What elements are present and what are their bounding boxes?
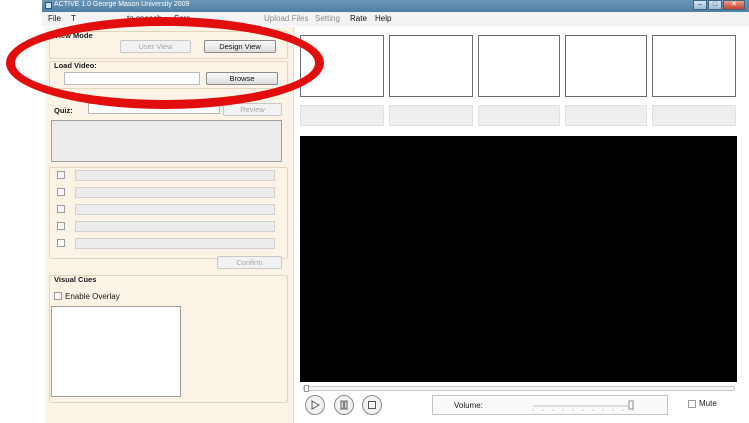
enable-overlay-checkbox[interactable]: [54, 292, 62, 300]
scene-thumbnail[interactable]: [389, 35, 473, 97]
volume-slider[interactable]: [530, 400, 636, 412]
quiz-option-checkbox[interactable]: [57, 205, 65, 213]
video-display[interactable]: [300, 136, 737, 382]
confirm-button[interactable]: Confirm: [217, 256, 282, 269]
design-view-button[interactable]: Design View: [204, 40, 276, 53]
quiz-option-field[interactable]: [75, 221, 275, 232]
quiz-option-checkbox[interactable]: [57, 171, 65, 179]
quiz-option-field[interactable]: [75, 170, 275, 181]
scene-thumbnail[interactable]: [300, 35, 384, 97]
quiz-option-field[interactable]: [75, 238, 275, 249]
mute-label: Mute: [699, 399, 717, 408]
window-title: ACTIVE 1.0 George Mason University 2009: [54, 1, 190, 8]
quiz-option-field[interactable]: [75, 187, 275, 198]
seek-bar[interactable]: [303, 385, 735, 392]
quiz-name-input[interactable]: [88, 103, 220, 114]
volume-control: Volume:: [432, 395, 668, 415]
pause-icon: [340, 400, 348, 410]
menu-bar: File T to speech Scre Upload Files Setti…: [42, 12, 749, 26]
quiz-option-checkbox[interactable]: [57, 188, 65, 196]
load-video-label: Load Video:: [54, 61, 97, 70]
seek-handle[interactable]: [304, 385, 309, 392]
browse-button[interactable]: Browse: [206, 72, 278, 85]
volume-handle[interactable]: [628, 400, 634, 410]
video-path-input[interactable]: [64, 72, 200, 85]
minimize-icon[interactable]: –: [693, 0, 707, 10]
quiz-option-row: [57, 204, 277, 216]
scene-label: [300, 105, 384, 126]
app-icon: [45, 2, 52, 9]
enable-overlay-label: Enable Overlay: [65, 292, 120, 301]
volume-label: Volume:: [454, 401, 483, 410]
mute-checkbox[interactable]: [688, 400, 696, 408]
left-panel: View Mode User View Design View Load Vid…: [45, 27, 294, 423]
window-controls: – □ ✕: [692, 0, 745, 11]
quiz-option-checkbox[interactable]: [57, 239, 65, 247]
menu-rate[interactable]: Rate: [350, 14, 367, 23]
menu-speech[interactable]: to speech: [127, 14, 162, 23]
pause-button[interactable]: [334, 395, 354, 415]
quiz-option-field[interactable]: [75, 204, 275, 215]
menu-help[interactable]: Help: [375, 14, 391, 23]
scene-label: [389, 105, 473, 126]
maximize-icon[interactable]: □: [708, 0, 722, 10]
quiz-option-checkbox[interactable]: [57, 222, 65, 230]
scene-label: [565, 105, 647, 126]
stop-icon: [368, 401, 376, 409]
quiz-option-row: [57, 221, 277, 233]
quiz-option-row: [57, 238, 277, 250]
visual-cues-label: Visual Cues: [54, 275, 97, 284]
window-titlebar: ACTIVE 1.0 George Mason University 2009 …: [42, 0, 749, 12]
scene-label: [478, 105, 560, 126]
play-icon: [311, 400, 320, 410]
scene-thumbnail[interactable]: [652, 35, 736, 97]
scene-label: [652, 105, 736, 126]
quiz-option-row: [57, 170, 277, 182]
menu-file[interactable]: File: [48, 14, 61, 23]
scene-thumbnail[interactable]: [565, 35, 647, 97]
menu-screen[interactable]: Scre: [174, 14, 190, 23]
view-mode-label: View Mode: [54, 31, 93, 40]
quiz-option-row: [57, 187, 277, 199]
menu-setting[interactable]: Setting: [315, 14, 340, 23]
quiz-question-textbox[interactable]: [51, 120, 282, 162]
stop-button[interactable]: [362, 395, 382, 415]
close-icon[interactable]: ✕: [723, 0, 745, 10]
review-button[interactable]: Review: [223, 103, 282, 116]
play-button[interactable]: [305, 395, 325, 415]
menu-upload-files[interactable]: Upload Files: [264, 14, 308, 23]
quiz-label: Quiz:: [54, 106, 73, 115]
overlay-preview: [51, 306, 181, 397]
menu-item-2[interactable]: T: [71, 14, 76, 23]
scene-thumbnail[interactable]: [478, 35, 560, 97]
user-view-button[interactable]: User View: [120, 40, 191, 53]
